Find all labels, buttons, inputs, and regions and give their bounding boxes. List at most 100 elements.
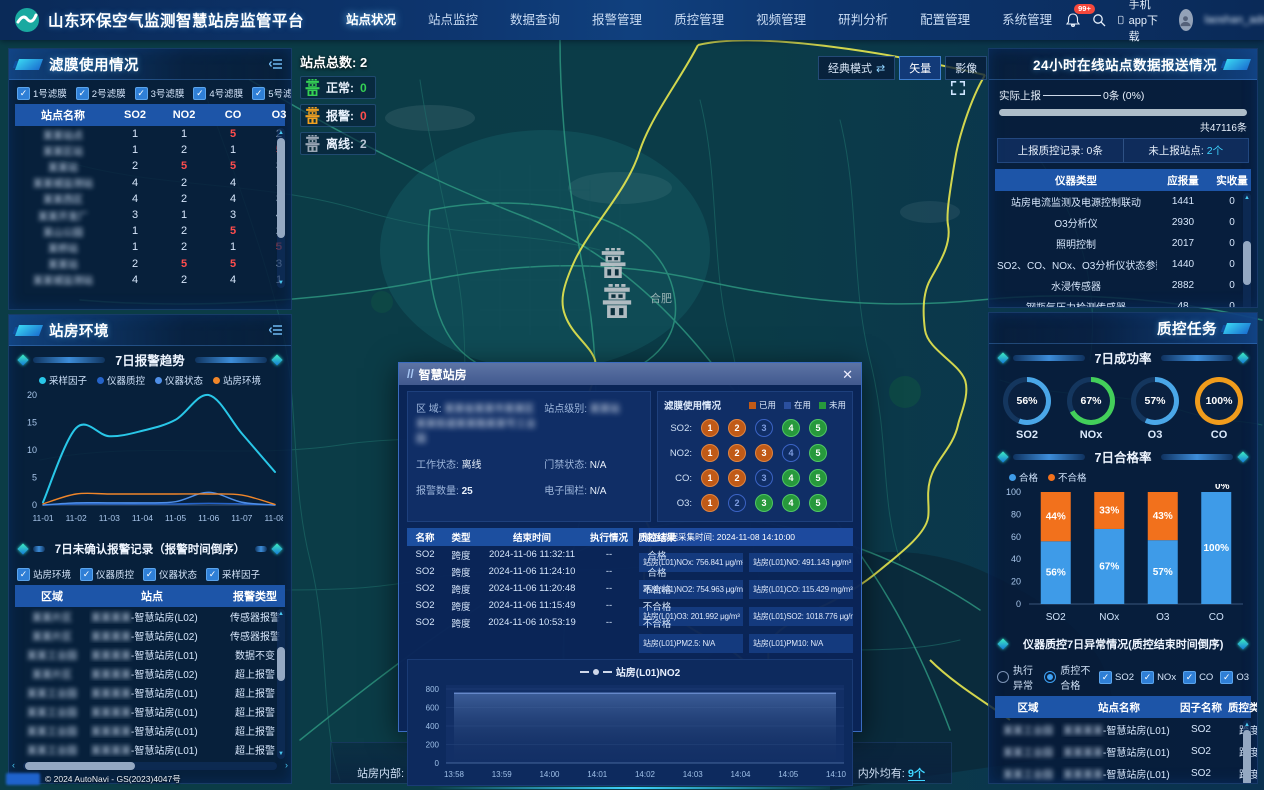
avatar[interactable] [1179,9,1193,31]
scrollbar-horizontal[interactable]: ‹ › [23,762,277,770]
collapse-icon[interactable] [269,58,283,70]
nav-item-2[interactable]: 站点监控 [414,0,492,40]
map-mode-2[interactable]: 矢量 [899,56,941,80]
table-row[interactable]: SO2、CO、NOx、O3分析仪状态参数14400 [995,254,1251,275]
nav-item-8[interactable]: 配置管理 [906,0,984,40]
legend-item[interactable]: 仪器状态 [155,373,203,387]
membrane-slot-3[interactable]: 3 [755,494,773,512]
close-icon[interactable]: ✕ [842,368,853,381]
collapse-icon[interactable] [269,324,283,336]
table-row[interactable]: 某某工业园某某某某-智慧站房(L01)SO2跨度 [995,740,1251,762]
scrollbar-vertical[interactable]: ▲ ▼ [1243,720,1251,784]
table-row[interactable]: 某山公园1252 [15,223,285,239]
membrane-slot-5[interactable]: 5 [809,444,827,462]
nav-item-1[interactable]: 站点状况 [332,0,410,40]
table-row[interactable]: 钢瓶气压力检测传感器480 [995,296,1251,308]
qc-factor-checkbox-3[interactable]: ✓CO [1183,671,1213,684]
nav-item-7[interactable]: 研判分析 [824,0,902,40]
membrane-slot-1[interactable]: 1 [701,444,719,462]
table-row[interactable]: 某某站2553 [15,158,285,174]
membrane-slot-5[interactable]: 5 [809,469,827,487]
nav-item-6[interactable]: 视频管理 [742,0,820,40]
scrollbar-vertical[interactable]: ▲ ▼ [277,128,285,288]
record-checkbox-1[interactable]: ✓站房环境 [17,567,71,581]
qc-radio-2[interactable]: 质控不合格 [1044,662,1092,692]
qc-factor-checkbox-4[interactable]: ✓O3 [1220,671,1249,684]
table-row[interactable]: 某某片区某某某某-智慧站房(L02)传感器报警 [15,607,285,626]
table-row[interactable]: 水浸传感器28820 [995,275,1251,296]
legend-item[interactable]: 不合格 [1048,470,1087,484]
membrane-slot-4[interactable]: 4 [782,444,800,462]
nav-item-9[interactable]: 系统管理 [988,0,1066,40]
membrane-slot-3[interactable]: 3 [755,469,773,487]
modal-titlebar[interactable]: // 智慧站房 ✕ [399,363,861,385]
nav-item-5[interactable]: 质控管理 [660,0,738,40]
qc-radio-1[interactable]: 执行异常 [997,662,1037,692]
membrane-slot-3[interactable]: 3 [755,419,773,437]
table-row[interactable]: 某某城监测站4241 [15,175,285,191]
table-row[interactable]: 某某城监测站4241 [15,272,285,288]
membrane-slot-2[interactable]: 2 [728,494,746,512]
membrane-checkbox-5[interactable]: ✓5号滤膜 [252,86,292,100]
table-row[interactable]: SO2跨度2024-11-06 10:53:19--不合格 [407,614,633,631]
table-row[interactable]: 某某站2553 [15,256,285,272]
legend-item[interactable]: 采样因子 [39,373,87,387]
membrane-checkbox-2[interactable]: ✓2号滤膜 [76,86,126,100]
notification-bell-icon[interactable]: 99+ [1066,11,1080,29]
record-checkbox-4[interactable]: ✓采样因子 [206,567,260,581]
table-row[interactable]: 某某开发厂3134 [15,207,285,223]
table-row[interactable]: SO2跨度2024-11-06 11:20:48--不合格 [407,580,633,597]
membrane-slot-1[interactable]: 1 [701,419,719,437]
stat-normal[interactable]: 正常:0 [300,76,376,99]
search-icon[interactable] [1092,11,1106,29]
table-row[interactable]: 某某区站1215 [15,142,285,158]
membrane-slot-3[interactable]: 3 [755,444,773,462]
membrane-slot-1[interactable]: 1 [701,494,719,512]
table-row[interactable]: 某某工业园某某某某-智慧站房(L01)超上报警 [15,702,285,721]
stat-alarm[interactable]: 报警:0 [300,104,376,127]
membrane-slot-4[interactable]: 4 [782,419,800,437]
membrane-checkbox-1[interactable]: ✓1号滤膜 [17,86,67,100]
stat-offline[interactable]: 离线:2 [300,132,376,155]
qc-factor-checkbox-2[interactable]: ✓NOx [1141,671,1176,684]
table-row[interactable]: SO2跨度2024-11-06 11:24:10--合格 [407,563,633,580]
membrane-slot-1[interactable]: 1 [701,469,719,487]
map-mode-1[interactable]: 经典模式⇄ [818,56,895,80]
table-row[interactable]: 照明控制20170 [995,233,1251,254]
username[interactable]: laoshan_admin [1205,14,1264,26]
qc-factor-checkbox-1[interactable]: ✓SO2 [1099,671,1134,684]
membrane-slot-5[interactable]: 5 [809,419,827,437]
membrane-slot-4[interactable]: 4 [782,469,800,487]
map-mode-3[interactable]: 影像 [945,56,987,80]
legend-item[interactable]: 站房环境 [213,373,261,387]
table-row[interactable]: 某某站点1152 [15,126,285,142]
membrane-checkbox-4[interactable]: ✓4号滤膜 [193,86,243,100]
app-download[interactable]: 手机app下载 [1118,0,1166,44]
fullscreen-icon[interactable] [950,80,966,101]
nav-item-4[interactable]: 报警管理 [578,0,656,40]
table-row[interactable]: SO2跨度2024-11-06 11:32:11--合格 [407,546,633,563]
table-row[interactable]: 某某片区某某某某-智慧站房(L02)超上报警 [15,664,285,683]
table-row[interactable]: 某某片区某某某某-智慧站房(L02)传感器报警 [15,626,285,645]
nav-item-3[interactable]: 数据查询 [496,0,574,40]
table-row[interactable]: 站房电流监测及电源控制联动14410 [995,191,1251,212]
membrane-slot-2[interactable]: 2 [728,419,746,437]
legend-item[interactable]: 合格 [1009,470,1038,484]
table-row[interactable]: 某某工业园某某某某-智慧站房(L01)超上报警 [15,683,285,702]
record-checkbox-3[interactable]: ✓仪器状态 [143,567,197,581]
table-row[interactable]: 某某工业园某某某某-智慧站房(L01)SO2跨度 [995,718,1251,740]
table-row[interactable]: 某桥站1215 [15,239,285,255]
table-row[interactable]: SO2跨度2024-11-06 11:15:49--不合格 [407,597,633,614]
table-row[interactable]: 某某工业园某某某某-智慧站房(L01)超上报警 [15,740,285,759]
membrane-slot-2[interactable]: 2 [728,444,746,462]
table-row[interactable]: 某某工业园某某某某-智慧站房(L01)超上报警 [15,721,285,740]
membrane-slot-4[interactable]: 4 [782,494,800,512]
table-row[interactable]: 某某西区4243 [15,191,285,207]
record-checkbox-2[interactable]: ✓仪器质控 [80,567,134,581]
scrollbar-vertical[interactable]: ▲ ▼ [277,609,285,759]
scrollbar-vertical[interactable]: ▲ ▼ [1243,193,1251,308]
table-row[interactable]: O3分析仪29300 [995,212,1251,233]
legend-item[interactable]: 仪器质控 [97,373,145,387]
membrane-slot-2[interactable]: 2 [728,469,746,487]
membrane-checkbox-3[interactable]: ✓3号滤膜 [135,86,185,100]
